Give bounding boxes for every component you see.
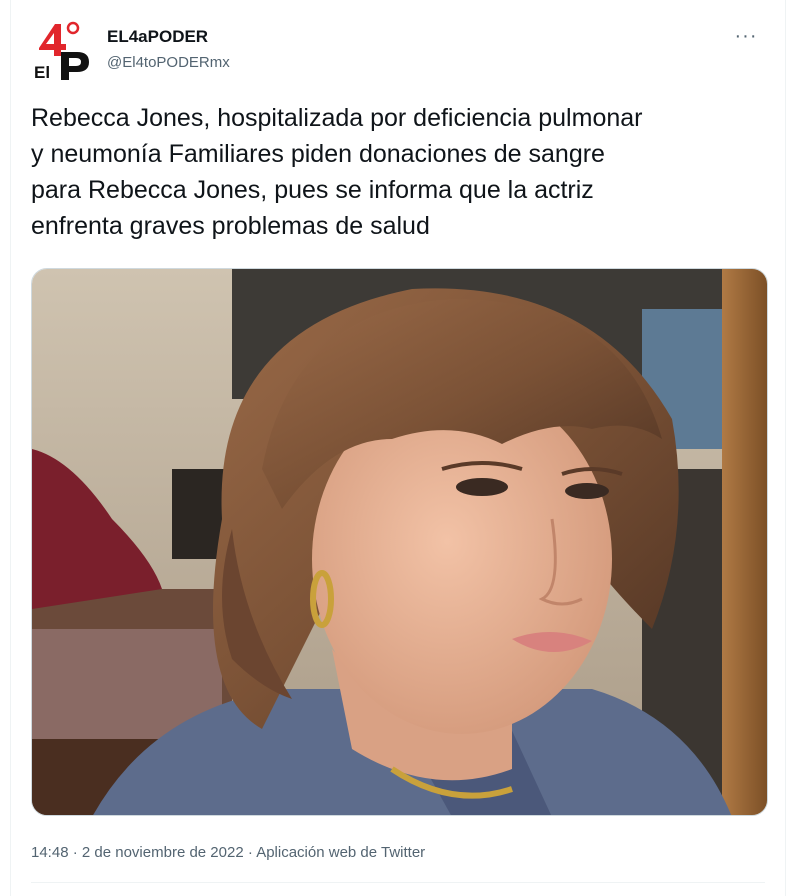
avatar[interactable]: El <box>31 18 95 82</box>
author-names: EL4aPODER @El4toPODERmx <box>107 26 230 74</box>
tweet-text: Rebecca Jones, hospitalizada por deficie… <box>31 104 643 240</box>
svg-text:El: El <box>34 63 50 82</box>
tweet-time-link[interactable]: 14:48 <box>31 844 69 861</box>
tweet-photo[interactable] <box>31 268 768 816</box>
tweet-header: El EL4aPODER @El4toPODERmx ··· <box>31 18 765 82</box>
portrait-photo <box>32 269 767 815</box>
meta-separator: · <box>247 844 257 861</box>
author-display-name[interactable]: EL4aPODER <box>107 26 230 48</box>
tweet-source-link[interactable]: Aplicación web de Twitter <box>256 844 425 861</box>
el4apoder-logo-icon: El <box>34 21 89 82</box>
tweet-date-link[interactable]: 2 de noviembre de 2022 <box>82 844 244 861</box>
meta-separator: · <box>72 844 82 861</box>
author-handle[interactable]: @El4toPODERmx <box>107 52 230 74</box>
divider <box>31 882 765 883</box>
more-options-icon[interactable]: ··· <box>729 24 763 48</box>
tweet-card: El EL4aPODER @El4toPODERmx ··· Rebecca J… <box>10 0 786 896</box>
tweet-meta: 14:48 · 2 de noviembre de 2022 · Aplicac… <box>31 842 425 864</box>
